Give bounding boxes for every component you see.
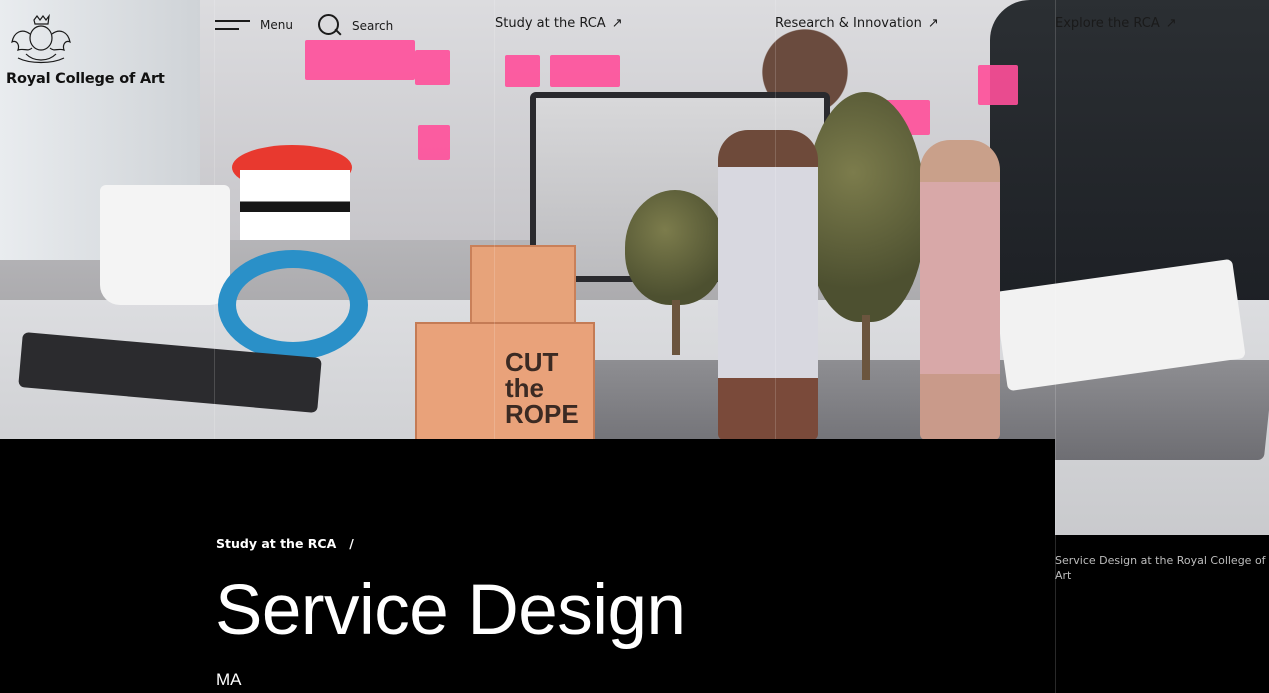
- mug: [100, 185, 230, 305]
- sticky-note: [505, 55, 540, 87]
- nav-link-label: Explore the RCA: [1055, 16, 1160, 31]
- arrow-up-right-icon: ↗: [927, 16, 939, 31]
- breadcrumb-separator: /: [349, 536, 354, 551]
- arrow-up-right-icon: ↗: [1165, 16, 1177, 31]
- tree-trunk: [672, 300, 680, 355]
- breadcrumb-link-study[interactable]: Study at the RCA: [216, 536, 336, 551]
- headphones: [218, 250, 368, 360]
- sticky-note: [978, 65, 1018, 105]
- intro-panel: [0, 439, 1055, 693]
- cardboard-box-small: [470, 245, 576, 325]
- degree-label: MA: [216, 670, 242, 689]
- logo-text: Royal College of Art: [6, 71, 165, 87]
- search-label: Search: [352, 19, 394, 33]
- menu-button[interactable]: Menu: [215, 16, 293, 34]
- sticky-note: [415, 50, 450, 85]
- grid-line: [1055, 0, 1056, 693]
- paper-figure-woman-dress: [718, 130, 818, 440]
- nav-link-study[interactable]: Study at the RCA ↗: [495, 16, 623, 31]
- box-print: CUT the ROPE: [505, 347, 579, 429]
- menu-label: Menu: [260, 18, 293, 32]
- nav-link-label: Research & Innovation: [775, 16, 922, 31]
- search-button[interactable]: Search: [318, 14, 393, 38]
- nav-link-research[interactable]: Research & Innovation ↗: [775, 16, 939, 31]
- cardboard-box-large: CUT the ROPE: [415, 322, 595, 442]
- breadcrumb: Study at the RCA /: [216, 536, 354, 551]
- nav-link-label: Study at the RCA: [495, 16, 606, 31]
- royal-crest-icon: [11, 13, 71, 64]
- page-title: Service Design: [215, 571, 686, 650]
- nav-link-explore[interactable]: Explore the RCA ↗: [1055, 16, 1177, 31]
- paper-figure-woman-suit: [920, 140, 1000, 440]
- menu-icon: [215, 16, 250, 34]
- cup: [240, 170, 350, 240]
- tree-trunk: [862, 315, 870, 380]
- image-caption: Service Design at the Royal College of A…: [1055, 554, 1266, 582]
- sticky-note: [305, 40, 415, 80]
- search-icon: [318, 14, 342, 38]
- sticky-note: [550, 55, 620, 87]
- sticky-note: [418, 125, 450, 160]
- paper-tree: [805, 92, 925, 322]
- arrow-up-right-icon: ↗: [611, 16, 623, 31]
- rca-logo[interactable]: Royal College of Art: [6, 13, 166, 87]
- paper-tree: [625, 190, 725, 305]
